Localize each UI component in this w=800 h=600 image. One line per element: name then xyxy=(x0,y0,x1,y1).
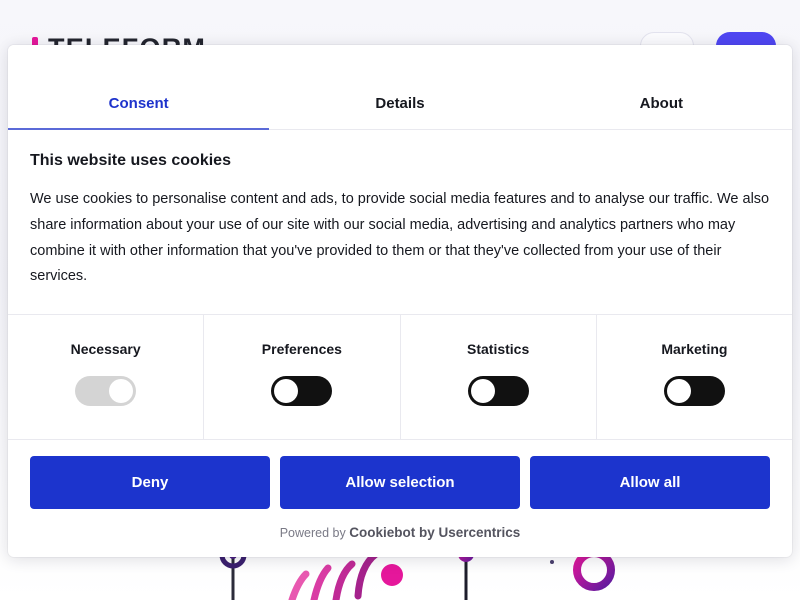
dialog-logo-strip xyxy=(8,45,792,80)
category-necessary-label: Necessary xyxy=(70,341,141,358)
deny-button[interactable]: Deny xyxy=(30,456,270,510)
toggle-knob xyxy=(109,379,134,404)
tab-about[interactable]: About xyxy=(531,80,792,130)
powered-by-prefix: Powered by xyxy=(279,526,350,541)
tab-consent[interactable]: Consent xyxy=(8,80,270,130)
dialog-tabs: Consent Details About xyxy=(8,80,792,130)
powered-by: Powered by Cookiebot by Usercentrics xyxy=(8,523,792,557)
dialog-title: This website uses cookies xyxy=(30,152,231,169)
category-necessary: Necessary xyxy=(8,315,205,440)
allow-selection-button[interactable]: Allow selection xyxy=(280,456,520,510)
category-preferences: Preferences xyxy=(204,315,401,440)
cookie-consent-dialog: Consent Details About This website uses … xyxy=(8,45,792,558)
category-marketing: Marketing xyxy=(597,315,792,439)
powered-by-brand[interactable]: Cookiebot by Usercentrics xyxy=(349,525,520,540)
toggle-marketing[interactable] xyxy=(663,376,725,407)
category-statistics: Statistics xyxy=(401,315,597,440)
category-marketing-label: Marketing xyxy=(661,341,728,358)
toggle-knob xyxy=(666,379,691,404)
toggle-necessary xyxy=(75,376,137,407)
category-statistics-label: Statistics xyxy=(467,341,530,358)
toggle-statistics[interactable] xyxy=(467,376,529,407)
toggle-preferences[interactable] xyxy=(271,376,333,407)
dialog-actions: Deny Allow selection Allow all xyxy=(8,440,792,523)
toggle-knob xyxy=(274,379,299,404)
tab-details[interactable]: Details xyxy=(269,80,530,130)
toggle-knob xyxy=(470,379,495,404)
category-preferences-label: Preferences xyxy=(261,341,342,358)
allow-all-button[interactable]: Allow all xyxy=(530,456,770,510)
dialog-body: This website uses cookies We use cookies… xyxy=(8,130,792,316)
consent-categories: Necessary Preferences Statistics Marketi… xyxy=(8,315,792,441)
dialog-description: We use cookies to personalise content an… xyxy=(30,191,770,285)
